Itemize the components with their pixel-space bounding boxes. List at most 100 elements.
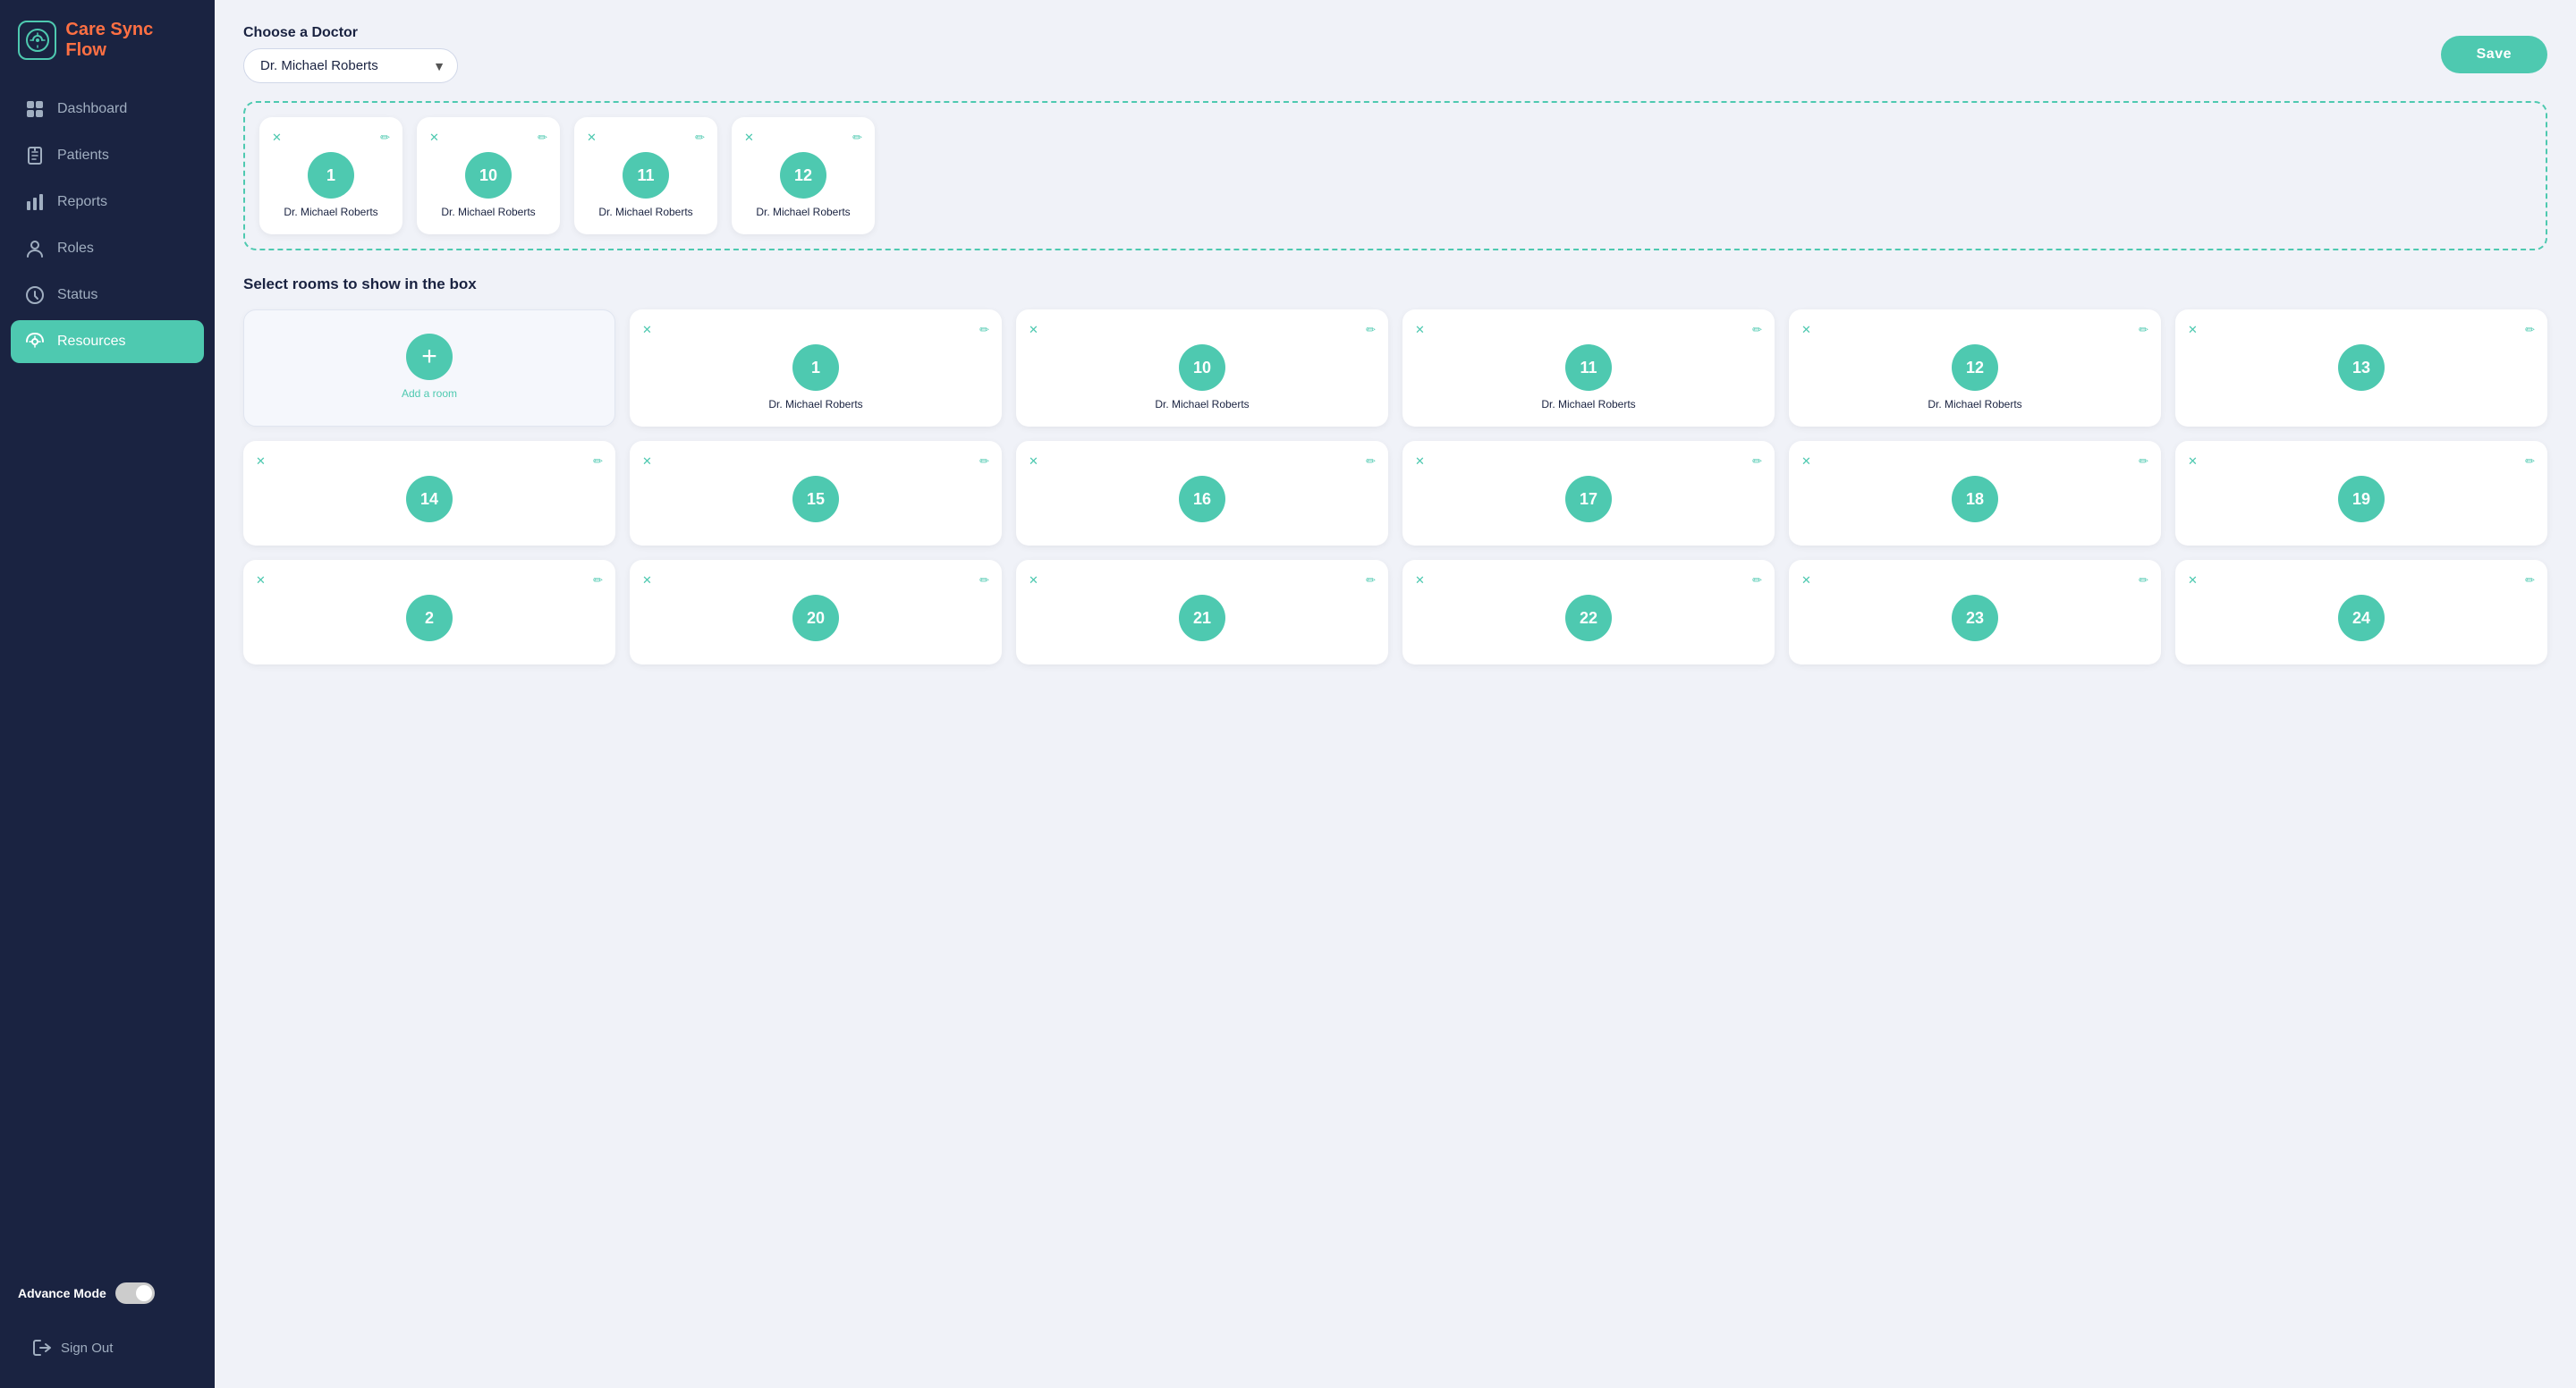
remove-room-button[interactable]: ✕	[1025, 322, 1042, 337]
edit-room-button[interactable]: ✏	[2135, 572, 2152, 588]
edit-room-button[interactable]: ✏	[691, 130, 708, 145]
all-rooms-grid: + Add a room ✕ ✏ 1 Dr. Michael Roberts ✕…	[243, 309, 2547, 664]
remove-room-button[interactable]: ✕	[639, 322, 656, 337]
sign-out-button[interactable]: Sign Out	[18, 1329, 197, 1367]
edit-room-button[interactable]: ✏	[377, 130, 394, 145]
remove-room-button[interactable]: ✕	[583, 130, 600, 145]
card-actions: ✕ ✏	[1411, 572, 1766, 588]
room-card[interactable]: ✕ ✏ 21	[1016, 560, 1388, 664]
sidebar-item-resources[interactable]: Resources	[11, 320, 204, 363]
room-card[interactable]: ✕ ✏ 16	[1016, 441, 1388, 546]
sidebar-item-roles[interactable]: Roles	[11, 227, 204, 270]
room-card[interactable]: ✕ ✏ 19	[2175, 441, 2547, 546]
patients-icon	[25, 146, 45, 165]
edit-room-button[interactable]: ✏	[2521, 322, 2538, 337]
remove-room-button[interactable]: ✕	[1798, 322, 1815, 337]
card-actions: ✕ ✏	[1798, 322, 2152, 337]
edit-room-button[interactable]: ✏	[589, 453, 606, 469]
room-card[interactable]: ✕ ✏ 17	[1402, 441, 1775, 546]
remove-room-button[interactable]: ✕	[2184, 453, 2201, 469]
room-doctor-name: Dr. Michael Roberts	[1155, 398, 1249, 410]
edit-room-button[interactable]: ✏	[1749, 572, 1766, 588]
sidebar-item-reports[interactable]: Reports	[11, 181, 204, 224]
room-card[interactable]: ✕ ✏ 15	[630, 441, 1002, 546]
edit-room-button[interactable]: ✏	[589, 572, 606, 588]
room-card[interactable]: ✕ ✏ 10 Dr. Michael Roberts	[1016, 309, 1388, 427]
app-title: Care Sync Flow	[65, 20, 197, 61]
edit-room-button[interactable]: ✏	[2521, 453, 2538, 469]
edit-room-button[interactable]: ✏	[976, 453, 993, 469]
remove-room-button[interactable]: ✕	[426, 130, 443, 145]
sign-out-icon	[32, 1338, 52, 1358]
room-card[interactable]: ✕ ✏ 20	[630, 560, 1002, 664]
selected-room-card[interactable]: ✕ ✏ 1 Dr. Michael Roberts	[259, 117, 402, 234]
edit-room-button[interactable]: ✏	[1749, 453, 1766, 469]
room-number-circle: 10	[465, 152, 512, 199]
remove-room-button[interactable]: ✕	[1798, 572, 1815, 588]
doctor-select[interactable]: Dr. Michael Roberts	[243, 48, 458, 83]
room-doctor-name: Dr. Michael Roberts	[1928, 398, 2021, 410]
room-number-circle: 23	[1952, 595, 1998, 641]
status-icon	[25, 285, 45, 305]
card-actions: ✕ ✏	[1798, 453, 2152, 469]
selected-room-card[interactable]: ✕ ✏ 12 Dr. Michael Roberts	[732, 117, 875, 234]
edit-room-button[interactable]: ✏	[849, 130, 866, 145]
remove-room-button[interactable]: ✕	[1411, 453, 1428, 469]
logo-icon	[18, 21, 56, 60]
remove-room-button[interactable]: ✕	[639, 572, 656, 588]
room-card[interactable]: ✕ ✏ 22	[1402, 560, 1775, 664]
edit-room-button[interactable]: ✏	[2135, 453, 2152, 469]
remove-room-button[interactable]: ✕	[1411, 572, 1428, 588]
roles-label: Roles	[57, 241, 94, 257]
room-card[interactable]: ✕ ✏ 1 Dr. Michael Roberts	[630, 309, 1002, 427]
remove-room-button[interactable]: ✕	[2184, 322, 2201, 337]
card-actions: ✕ ✏	[2184, 453, 2538, 469]
room-number-circle: 17	[1565, 476, 1612, 522]
remove-room-button[interactable]: ✕	[2184, 572, 2201, 588]
advance-mode-toggle[interactable]	[115, 1282, 155, 1304]
remove-room-button[interactable]: ✕	[1411, 322, 1428, 337]
remove-room-button[interactable]: ✕	[741, 130, 758, 145]
edit-room-button[interactable]: ✏	[2521, 572, 2538, 588]
edit-room-button[interactable]: ✏	[1362, 572, 1379, 588]
sidebar-item-patients[interactable]: Patients	[11, 134, 204, 177]
room-card[interactable]: ✕ ✏ 11 Dr. Michael Roberts	[1402, 309, 1775, 427]
remove-room-button[interactable]: ✕	[1798, 453, 1815, 469]
remove-room-button[interactable]: ✕	[252, 572, 269, 588]
edit-room-button[interactable]: ✏	[976, 572, 993, 588]
room-card[interactable]: ✕ ✏ 14	[243, 441, 615, 546]
room-doctor-name: Dr. Michael Roberts	[756, 206, 850, 218]
selected-room-card[interactable]: ✕ ✏ 11 Dr. Michael Roberts	[574, 117, 717, 234]
add-room-card[interactable]: + Add a room	[243, 309, 615, 427]
room-number-circle: 11	[623, 152, 669, 199]
room-card[interactable]: ✕ ✏ 18	[1789, 441, 2161, 546]
edit-room-button[interactable]: ✏	[2135, 322, 2152, 337]
remove-room-button[interactable]: ✕	[1025, 453, 1042, 469]
room-doctor-name: Dr. Michael Roberts	[1541, 398, 1635, 410]
selected-room-card[interactable]: ✕ ✏ 10 Dr. Michael Roberts	[417, 117, 560, 234]
room-card[interactable]: ✕ ✏ 24	[2175, 560, 2547, 664]
room-card[interactable]: ✕ ✏ 23	[1789, 560, 2161, 664]
room-number-circle: 24	[2338, 595, 2385, 641]
room-card[interactable]: ✕ ✏ 2	[243, 560, 615, 664]
edit-room-button[interactable]: ✏	[976, 322, 993, 337]
card-actions: ✕ ✏	[1025, 453, 1379, 469]
remove-room-button[interactable]: ✕	[268, 130, 285, 145]
remove-room-button[interactable]: ✕	[252, 453, 269, 469]
sidebar-item-status[interactable]: Status	[11, 274, 204, 317]
room-doctor-name: Dr. Michael Roberts	[441, 206, 535, 218]
edit-room-button[interactable]: ✏	[1362, 453, 1379, 469]
sidebar-item-dashboard[interactable]: Dashboard	[11, 88, 204, 131]
remove-room-button[interactable]: ✕	[639, 453, 656, 469]
edit-room-button[interactable]: ✏	[534, 130, 551, 145]
edit-room-button[interactable]: ✏	[1749, 322, 1766, 337]
room-card[interactable]: ✕ ✏ 13	[2175, 309, 2547, 427]
room-number-circle: 14	[406, 476, 453, 522]
advance-mode-area: Advance Mode	[0, 1268, 215, 1318]
save-button[interactable]: Save	[2441, 36, 2547, 73]
room-card[interactable]: ✕ ✏ 12 Dr. Michael Roberts	[1789, 309, 2161, 427]
card-actions: ✕ ✏	[1411, 322, 1766, 337]
room-number-circle: 12	[780, 152, 826, 199]
remove-room-button[interactable]: ✕	[1025, 572, 1042, 588]
edit-room-button[interactable]: ✏	[1362, 322, 1379, 337]
